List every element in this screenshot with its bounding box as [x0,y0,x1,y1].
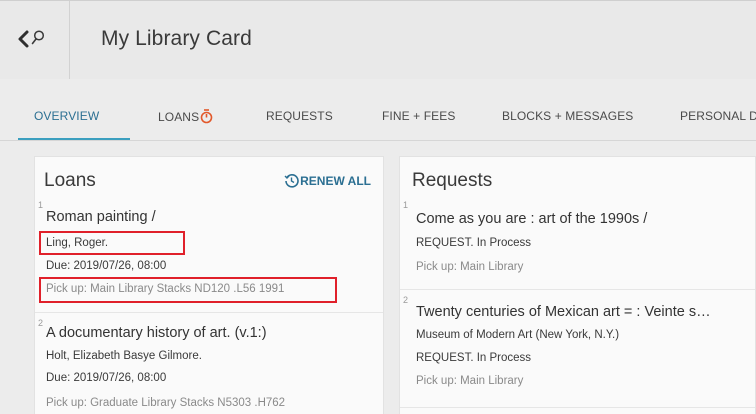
request-item[interactable]: 1 Come as you are : art of the 1990s / R… [400,200,755,292]
request-item[interactable]: 2 Twenty centuries of Mexican art = : Ve… [400,295,755,407]
loan-title[interactable]: A documentary history of art. (v.1:) [46,325,267,341]
header-nav-area [0,1,70,79]
loan-due-date: Due: 2019/07/26, 08:00 [46,260,167,272]
tab-overview[interactable]: OVERVIEW [34,109,99,123]
item-index: 1 [38,200,44,210]
request-title[interactable]: Twenty centuries of Mexican art = : Vein… [416,304,711,320]
pickup-highlight-box [39,277,337,303]
header-bar: My Library Card [0,1,756,79]
renew-clock-icon [284,174,299,188]
item-index: 1 [403,200,409,210]
renew-all-label: RENEW ALL [300,174,371,188]
search-icon[interactable] [31,29,45,47]
item-divider [400,289,755,290]
loan-pickup-location: Pick up: Graduate Library Stacks N5303 .… [46,397,286,409]
tab-personal-details[interactable]: PERSONAL D [680,109,756,123]
loan-item[interactable]: 1 Roman painting / Ling, Roger. Due: 201… [35,200,383,312]
item-divider [35,312,383,313]
loan-item[interactable]: 2 A documentary history of art. (v.1:) H… [35,318,383,414]
requests-card: Requests 1 Come as you are : art of the … [399,156,756,414]
tab-bar: OVERVIEW LOANS REQUESTS FINE + FEES BLOC… [0,79,756,141]
requests-card-title: Requests [412,170,493,191]
tab-requests[interactable]: REQUESTS [266,109,333,123]
timer-icon [200,109,213,124]
request-pickup-location: Pick up: Main Library [416,261,524,273]
item-index: 2 [403,295,409,305]
renew-all-button[interactable]: RENEW ALL [284,173,371,188]
request-status: REQUEST. In Process [416,352,532,364]
author-highlight-box [39,231,185,255]
tab-loans-label: LOANS [158,110,200,124]
tab-blocks-messages[interactable]: BLOCKS + MESSAGES [502,109,633,123]
tab-fine-fees[interactable]: FINE + FEES [382,109,455,123]
request-title[interactable]: Come as you are : art of the 1990s / [416,211,647,227]
request-status: REQUEST. In Process [416,237,532,249]
tab-loans[interactable]: LOANS [158,109,213,124]
loan-due-date: Due: 2019/07/26, 08:00 [46,372,167,384]
request-author: Museum of Modern Art (New York, N.Y.) [416,329,620,341]
request-pickup-location: Pick up: Main Library [416,375,524,387]
loan-author: Holt, Elizabeth Basye Gilmore. [46,350,202,362]
item-divider [400,407,755,408]
item-index: 2 [38,318,44,328]
loans-card-title: Loans [44,170,96,191]
active-tab-indicator [18,138,130,140]
loan-title[interactable]: Roman painting / [46,209,156,225]
page-title: My Library Card [101,27,252,50]
loans-card: Loans RENEW ALL 1 Roman painting / Ling,… [34,156,384,414]
library-card-page: My Library Card OVERVIEW LOANS REQUESTS … [0,0,756,414]
chevron-left-icon[interactable] [16,29,30,49]
